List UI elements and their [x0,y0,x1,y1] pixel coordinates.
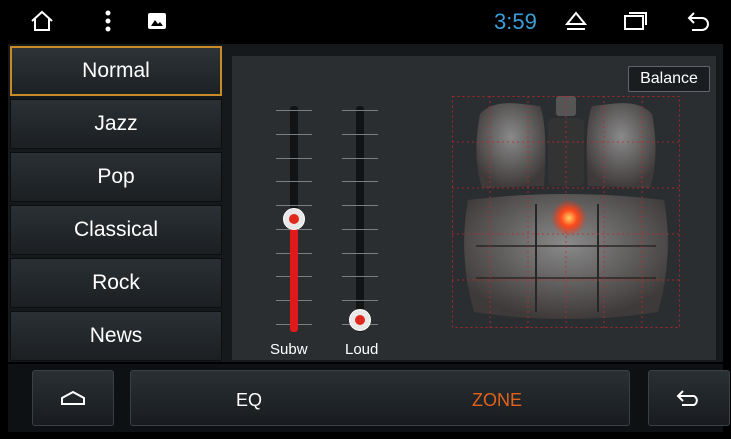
back-button[interactable] [648,370,730,426]
tab-eq[interactable]: EQ [236,390,262,411]
subwoofer-slider[interactable] [276,106,312,332]
slider-tick [276,133,312,135]
balance-marker[interactable] [551,200,587,236]
slider-tick [342,252,378,254]
mode-switch-bar [130,370,630,426]
eq-preset-list: Normal Jazz Pop Classical Rock News [10,46,222,364]
seat-zone-map[interactable] [452,96,680,328]
preset-label: News [89,324,143,347]
slider-tick [276,110,312,111]
recent-apps-icon[interactable] [622,8,648,34]
back-icon[interactable] [684,8,712,34]
preset-label: Jazz [94,112,138,135]
preset-label: Classical [73,218,159,241]
slider-tick [342,276,378,278]
preset-label: Rock [92,271,140,294]
loud-label: Loud [345,341,379,358]
back-icon [676,390,698,406]
car-seats-image [452,96,680,328]
slider-tick [276,181,312,183]
preset-jazz[interactable]: Jazz [10,99,222,149]
preset-label: Normal [82,59,150,82]
slider-tick [342,157,378,159]
balance-button[interactable]: Balance [628,66,710,92]
slider-tick [342,228,378,230]
preset-news[interactable]: News [10,311,222,361]
home-icon [61,390,85,405]
slider-tick [342,133,378,135]
home-icon[interactable] [28,8,56,34]
preset-label: Pop [97,165,135,188]
preset-rock[interactable]: Rock [10,258,222,308]
slider-tick [276,205,312,207]
status-bar: 3:59 [0,0,731,42]
eject-icon[interactable] [564,8,588,34]
slider-tick [342,205,378,207]
slider-knob[interactable] [283,208,305,230]
slider-tick [342,300,378,302]
slider-knob[interactable] [349,309,371,331]
preset-pop[interactable]: Pop [10,152,222,202]
preset-classical[interactable]: Classical [10,205,222,255]
slider-tick [342,181,378,183]
slider-tick [342,110,378,111]
clock: 3:59 [494,9,537,34]
loudness-slider[interactable] [342,106,378,332]
image-icon [146,8,168,34]
slider-track [356,106,364,332]
bottom-bar [8,364,730,432]
subw-label: Subw [270,341,308,358]
preset-normal[interactable]: Normal [10,46,222,96]
overflow-menu-icon[interactable] [100,8,116,34]
home-button[interactable] [32,370,114,426]
slider-fill [290,219,298,332]
slider-tick [276,157,312,159]
tab-zone[interactable]: ZONE [472,390,522,411]
